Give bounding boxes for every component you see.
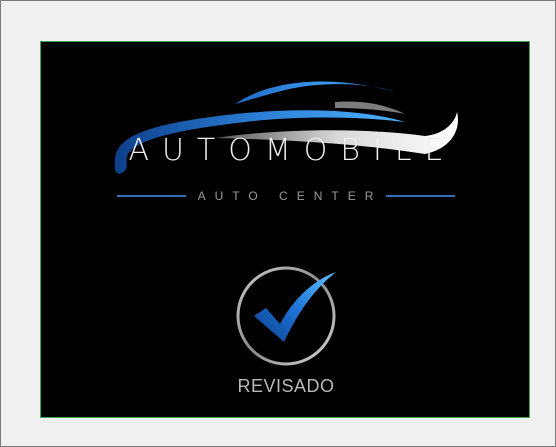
tagline-right-rule xyxy=(386,195,456,197)
checkmark-circle-icon xyxy=(236,266,336,366)
brand-tagline-row: AUTO CENTER xyxy=(117,186,456,206)
brand-tagline: AUTO CENTER xyxy=(197,189,383,203)
status-label: REVISADO xyxy=(237,376,335,396)
image-frame: AUTOMOBILE AUTO CENTER REVISADO xyxy=(0,0,556,447)
tagline-left-rule xyxy=(117,195,186,197)
brand-wordmark: AUTOMOBILE xyxy=(128,133,457,168)
revisado-badge: AUTOMOBILE AUTO CENTER REVISADO xyxy=(40,41,530,418)
